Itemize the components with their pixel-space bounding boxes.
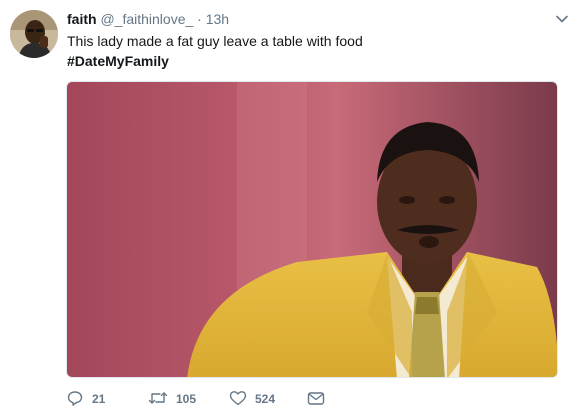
tweet-text: This lady made a fat guy leave a table w… bbox=[67, 31, 363, 71]
reply-count: 21 bbox=[92, 392, 106, 406]
author-name[interactable]: faith bbox=[67, 11, 97, 27]
header-separator: · bbox=[197, 11, 202, 27]
heart-icon bbox=[229, 391, 247, 406]
avatar-image bbox=[10, 10, 58, 58]
media-image bbox=[67, 82, 557, 377]
retweet-button[interactable]: 105 bbox=[148, 390, 208, 408]
tweet-header: faith @_faithinlove_ · 13h bbox=[67, 10, 229, 28]
retweet-count: 105 bbox=[176, 392, 197, 406]
reply-button[interactable]: 21 bbox=[67, 390, 117, 408]
hashtag-link[interactable]: #DateMyFamily bbox=[67, 51, 363, 71]
reply-icon bbox=[67, 391, 83, 406]
like-button[interactable]: 524 bbox=[229, 390, 289, 408]
envelope-icon bbox=[307, 392, 325, 405]
retweet-icon bbox=[148, 392, 168, 404]
chevron-down-icon[interactable] bbox=[555, 12, 569, 26]
tweet-media[interactable] bbox=[66, 81, 558, 378]
direct-message-button[interactable] bbox=[307, 390, 327, 408]
like-count: 524 bbox=[255, 392, 276, 406]
author-handle[interactable]: @_faithinlove_ bbox=[100, 11, 193, 27]
tweet-timestamp[interactable]: 13h bbox=[206, 11, 229, 27]
avatar[interactable] bbox=[10, 10, 58, 58]
tweet-text-line: This lady made a fat guy leave a table w… bbox=[67, 33, 363, 49]
